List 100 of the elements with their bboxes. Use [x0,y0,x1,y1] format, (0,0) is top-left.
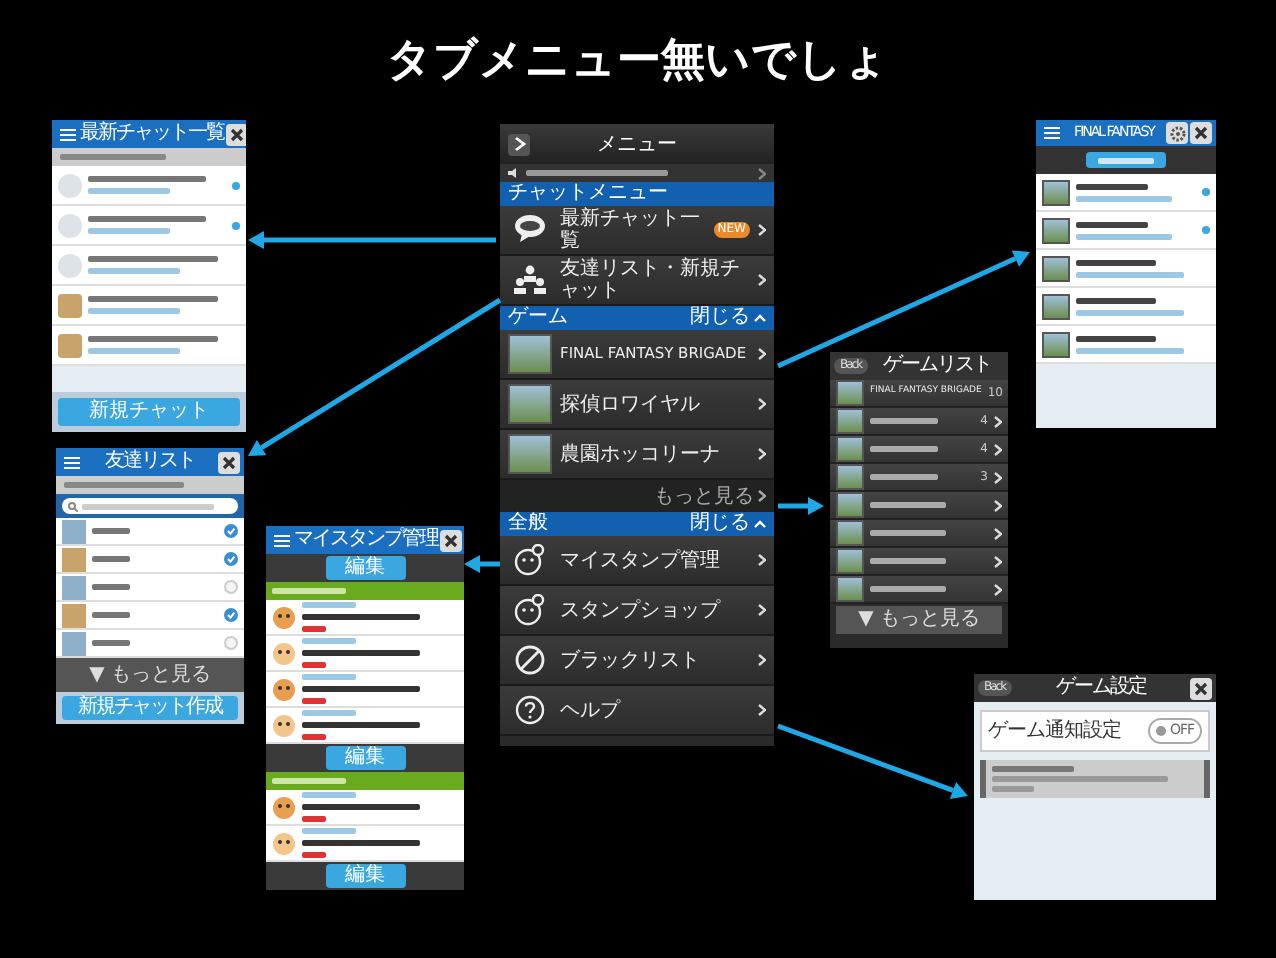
blurred-text-line [992,766,1075,772]
blurred-text-line [302,804,419,810]
blurred-text-line [88,348,180,354]
chat-row[interactable] [52,206,246,246]
search-field[interactable] [62,498,238,514]
collapse-toggle[interactable]: 閉じる [690,514,766,534]
character-icon [272,831,296,855]
blurred-text-line [1076,347,1184,353]
section-title: チャットメニュー [508,184,670,204]
blurred-text-line [526,170,668,176]
post-row[interactable] [1036,212,1216,250]
chat-row[interactable] [52,286,246,326]
game-thumbnail [508,384,552,424]
expand-button[interactable] [508,133,530,155]
menu-item[interactable]: マイスタンプ管理 [500,536,774,586]
checked-circle-icon[interactable] [224,608,238,622]
menu-item[interactable]: スタンプショップ [500,586,774,636]
blurred-text-line [302,722,419,728]
menu-button[interactable] [60,451,82,473]
menu-item[interactable]: ヘルプ [500,686,774,736]
game-row[interactable] [830,520,1008,548]
game-thumbnail [1042,217,1070,243]
blurred-text-line [88,336,218,342]
prohibited-icon [514,644,546,676]
close-icon [230,127,244,141]
game-row[interactable] [830,548,1008,576]
arrow [778,497,824,515]
blurred-text-line [302,686,419,692]
menu-item[interactable]: ブラックリスト [500,636,774,686]
blurred-text-line [870,586,947,592]
chat-row[interactable] [52,166,246,206]
friend-row[interactable] [56,518,244,546]
chevron-right-icon [994,443,1002,455]
blurred-text-line [302,650,419,656]
stamp-row[interactable] [266,636,464,672]
blurred-text-line [1076,183,1148,189]
game-row[interactable] [830,576,1008,604]
stamp-row[interactable] [266,708,464,744]
show-more-button[interactable]: ▼ もっと見る [56,658,244,692]
post-row[interactable] [1036,326,1216,364]
menu-item[interactable]: 友達リスト・新規チャット [500,256,774,306]
game-thumbnail [1042,331,1070,357]
checked-circle-icon[interactable] [224,524,238,538]
chat-row[interactable] [52,246,246,286]
checked-circle-icon[interactable] [224,552,238,566]
chevron-right-icon [758,348,766,360]
notice-bar[interactable] [500,164,774,182]
settings-button[interactable] [1166,122,1188,144]
close-button[interactable] [226,123,246,145]
close-button[interactable] [1190,122,1212,144]
post-row[interactable] [1036,174,1216,212]
post-row[interactable] [1036,288,1216,326]
menu-icon [63,455,79,469]
screen-title: ゲーム設定 [1053,676,1149,700]
avatar-placeholder [62,631,86,655]
chevron-right-icon [758,654,766,666]
menu-button[interactable] [56,123,78,145]
section-title: ゲーム [508,308,570,328]
game-thumbnail [1042,293,1070,319]
blurred-text-line [302,828,357,834]
friend-row[interactable] [56,574,244,602]
menu-item[interactable]: 農園ホッコリーナ [500,430,774,480]
menu-button[interactable] [270,529,292,551]
blurred-text-line [302,792,357,798]
friend-row[interactable] [56,602,244,630]
menu-button[interactable] [1040,122,1062,144]
friend-row[interactable] [56,546,244,574]
character-icon [272,795,296,819]
show-more-button[interactable]: ▼ もっと見る [836,606,1002,634]
close-button[interactable] [218,451,240,473]
more-link[interactable]: もっと見る [500,480,774,512]
stamp-row[interactable] [266,790,464,826]
friend-row[interactable] [56,630,244,658]
screen-title: マイスタンプ管理 [294,528,438,552]
people-icon [514,264,546,296]
chat-row[interactable] [52,326,246,366]
blurred-text-line [82,503,214,509]
close-button[interactable] [440,529,462,551]
game-row[interactable] [830,492,1008,520]
game-thumbnail [1042,255,1070,281]
avatar-placeholder [58,333,82,357]
collapse-toggle[interactable]: 閉じる [690,308,766,328]
game-thumbnail [836,492,864,518]
blurred-text-line [302,626,326,632]
blurred-text-line [272,778,347,784]
stamp-row[interactable] [266,826,464,862]
stamp-row[interactable] [266,600,464,636]
game-thumbnail [1042,179,1070,205]
chevron-right-icon [513,136,525,152]
post-row[interactable] [1036,250,1216,288]
unchecked-circle-icon[interactable] [224,580,238,594]
game-thumbnail [836,380,864,406]
close-button[interactable] [1190,677,1212,699]
stamp-row[interactable] [266,672,464,708]
menu-icon [273,533,289,547]
chevron-right-icon [758,274,766,286]
unchecked-circle-icon[interactable] [224,636,238,650]
chevron-right-icon [758,224,766,236]
menu-item[interactable]: 探偵ロワイヤル [500,380,774,430]
avatar-placeholder [62,575,86,599]
